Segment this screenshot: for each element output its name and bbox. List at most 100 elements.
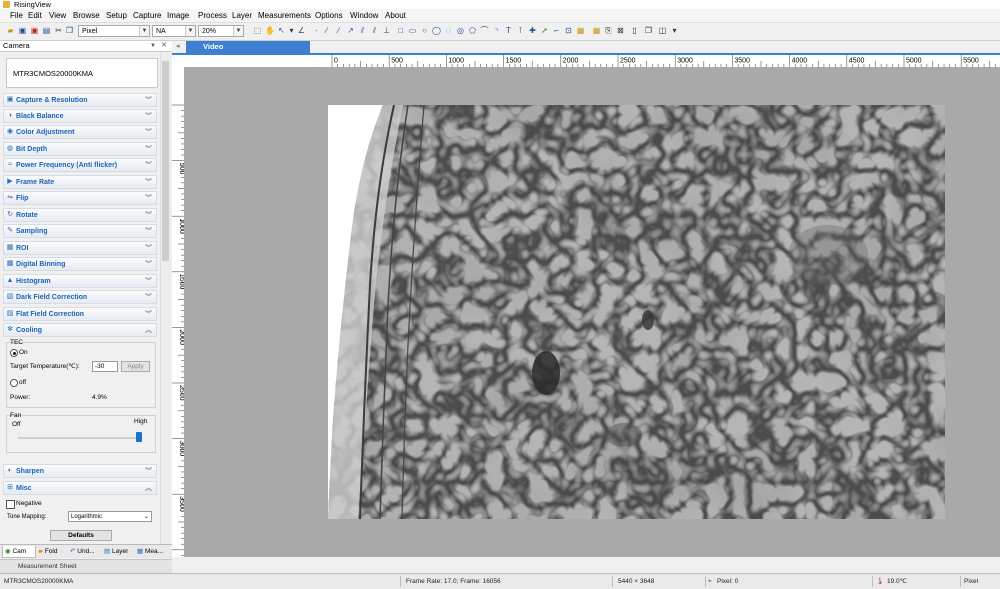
negative-checkbox[interactable] [6,500,15,509]
app-logo-icon [3,1,10,8]
layer-icon[interactable]: ▦ [576,26,585,35]
menu-window[interactable]: Window [350,9,378,22]
unit-combo[interactable]: Pixel ▼ [78,25,150,37]
ellipse-icon[interactable]: ○ [420,26,429,35]
menu-browse[interactable]: Browse [73,9,100,22]
tec-on-radio[interactable] [10,349,18,357]
menu-file[interactable]: File [10,9,23,22]
rectangle-icon[interactable]: ▭ [408,26,417,35]
bracket-icon[interactable]: ⌐ [552,26,561,35]
section-histogram[interactable]: ▲ Histogram ︾ [3,274,157,288]
tab-measure[interactable]: ▦ Mea... [135,546,171,557]
text-icon[interactable]: T [504,26,513,35]
tab-folder[interactable]: ▰ Fold [36,546,68,557]
section-cooling[interactable]: ✻ Cooling ︽ [3,323,157,337]
chevron-down-icon[interactable]: ▾ [670,26,679,35]
camera-list-item[interactable]: MTR3CMOS20000KMA [13,69,93,78]
rectangle-icon[interactable]: □ [396,26,405,35]
measurement-sheet-tab[interactable]: Measurement Sheet [0,559,172,573]
open-folder-icon[interactable]: ▰ [6,26,15,35]
circle-icon[interactable]: ◯ [432,26,441,35]
menu-image[interactable]: Image [167,9,189,22]
select-icon[interactable]: ⬚ [253,26,262,35]
fan-slider-thumb[interactable] [136,432,142,442]
tab-video[interactable]: Video [MTR3CMOS20000KMA] [186,41,310,63]
annulus-icon[interactable]: ◎ [456,26,465,35]
section-color[interactable]: ◉ Color Adjustment ︾ [3,125,157,139]
section-rotate[interactable]: ↻ Rotate ︾ [3,208,157,222]
menu-process[interactable]: Process [198,9,227,22]
parallel-icon[interactable]: ⫽ [358,26,367,35]
arc-icon[interactable]: ◝ [492,26,501,35]
count-icon[interactable]: ✚ [528,26,537,35]
save-as-icon[interactable]: ▣ [30,26,39,35]
print-icon[interactable]: ▤ [42,26,51,35]
zoom-combo[interactable]: 20% ▼ [198,25,244,37]
props-icon[interactable]: ▯ [630,26,639,35]
delete-icon[interactable]: ⊠ [616,26,625,35]
export-icon[interactable]: ⎘ [604,26,613,35]
tec-off-radio[interactable] [10,379,18,387]
microscope-image[interactable] [328,104,945,520]
na-combo[interactable]: NA ▼ [152,25,196,37]
arrow-line-icon[interactable]: ↗ [346,26,355,35]
menu-about[interactable]: About [385,9,406,22]
cut-icon[interactable]: ✂ [54,26,63,35]
arrow-icon[interactable]: ↖ [277,26,286,35]
vertical-line-icon[interactable]: ⊥ [382,26,391,35]
menu-measurements[interactable]: Measurements [258,9,311,22]
apply-button[interactable]: Apply [121,361,150,372]
angle-icon[interactable]: ∠ [297,26,306,35]
arrow-annotation-icon[interactable]: ➚ [540,26,549,35]
polygon-icon[interactable]: ⬠ [468,26,477,35]
menu-layer[interactable]: Layer [232,9,252,22]
defaults-button[interactable]: Defaults [50,530,112,541]
save-icon[interactable]: ▣ [18,26,27,35]
section-black-balance[interactable]: ◑ Black Balance ︾ [3,109,157,123]
chevron-down-icon[interactable]: ▾ [287,26,296,35]
tone-mapping-value: Logarithmic [71,514,103,520]
menu-setup[interactable]: Setup [106,9,127,22]
close-icon[interactable]: ✕ [161,41,167,51]
menu-capture[interactable]: Capture [133,9,161,22]
tone-mapping-select[interactable]: Logarithmic ⌄ [68,511,152,522]
calibrate-icon[interactable]: ⊡ [564,26,573,35]
section-misc[interactable]: ⊞ Misc ︽ [3,481,157,495]
scale-bar-icon[interactable]: ⊺ [516,26,525,35]
section-power[interactable]: ≈ Power Frequency (Anti flicker) ︾ [3,158,157,172]
window-icon[interactable]: ◫ [658,26,667,35]
point-icon[interactable]: · [312,26,321,35]
close-tab-icon[interactable]: ◂ [176,41,185,53]
section-bit-depth[interactable]: ◍ Bit Depth ︾ [3,142,157,156]
section-frame-rate[interactable]: ▶ Frame Rate ︾ [3,175,157,189]
camera-list[interactable]: MTR3CMOS20000KMA [6,58,158,88]
copy-icon[interactable]: ❐ [65,26,74,35]
line-icon[interactable]: ∕ [322,26,331,35]
tab-layer[interactable]: ▤ Layer [102,546,134,557]
measure-sheet-icon[interactable]: ▦ [592,26,601,35]
target-temperature-input[interactable]: -30 [92,361,118,372]
section-roi[interactable]: ▦ ROI ︾ [3,241,157,255]
menu-edit[interactable]: Edit [28,9,42,22]
section-capture[interactable]: ▣ Capture & Resolution ︾ [3,93,157,107]
pin-icon[interactable]: ▼ [150,41,156,51]
line-icon[interactable]: ∕ [334,26,343,35]
menu-view[interactable]: View [49,9,66,22]
circle-icon[interactable]: ◌ [444,26,453,35]
curve-icon[interactable]: ⌒ [480,26,489,35]
section-sampling[interactable]: ✎ Sampling ︾ [3,224,157,238]
scrollbar-thumb[interactable] [162,61,169,261]
tab-undo[interactable]: ↶ Und... [68,546,102,557]
menu-options[interactable]: Options [315,9,343,22]
fan-slider-track[interactable] [18,437,142,439]
section-dark-field[interactable]: ▧ Dark Field Correction ︾ [3,290,157,304]
section-flip[interactable]: ⇋ Flip ︾ [3,191,157,205]
hand-pan-icon[interactable]: ✋ [265,26,275,35]
section-flat-field[interactable]: ▨ Flat Field Correction ︾ [3,307,157,321]
section-sharpen[interactable]: ◐ Sharpen ︾ [3,464,157,478]
panel-scrollbar[interactable] [160,53,171,545]
copy-measure-icon[interactable]: ❐ [644,26,653,35]
section-binning[interactable]: ▩ Digital Binning ︾ [3,257,157,271]
multi-line-icon[interactable]: ⫽ [370,26,379,35]
tab-camera[interactable]: ◉ Cam [2,546,36,558]
